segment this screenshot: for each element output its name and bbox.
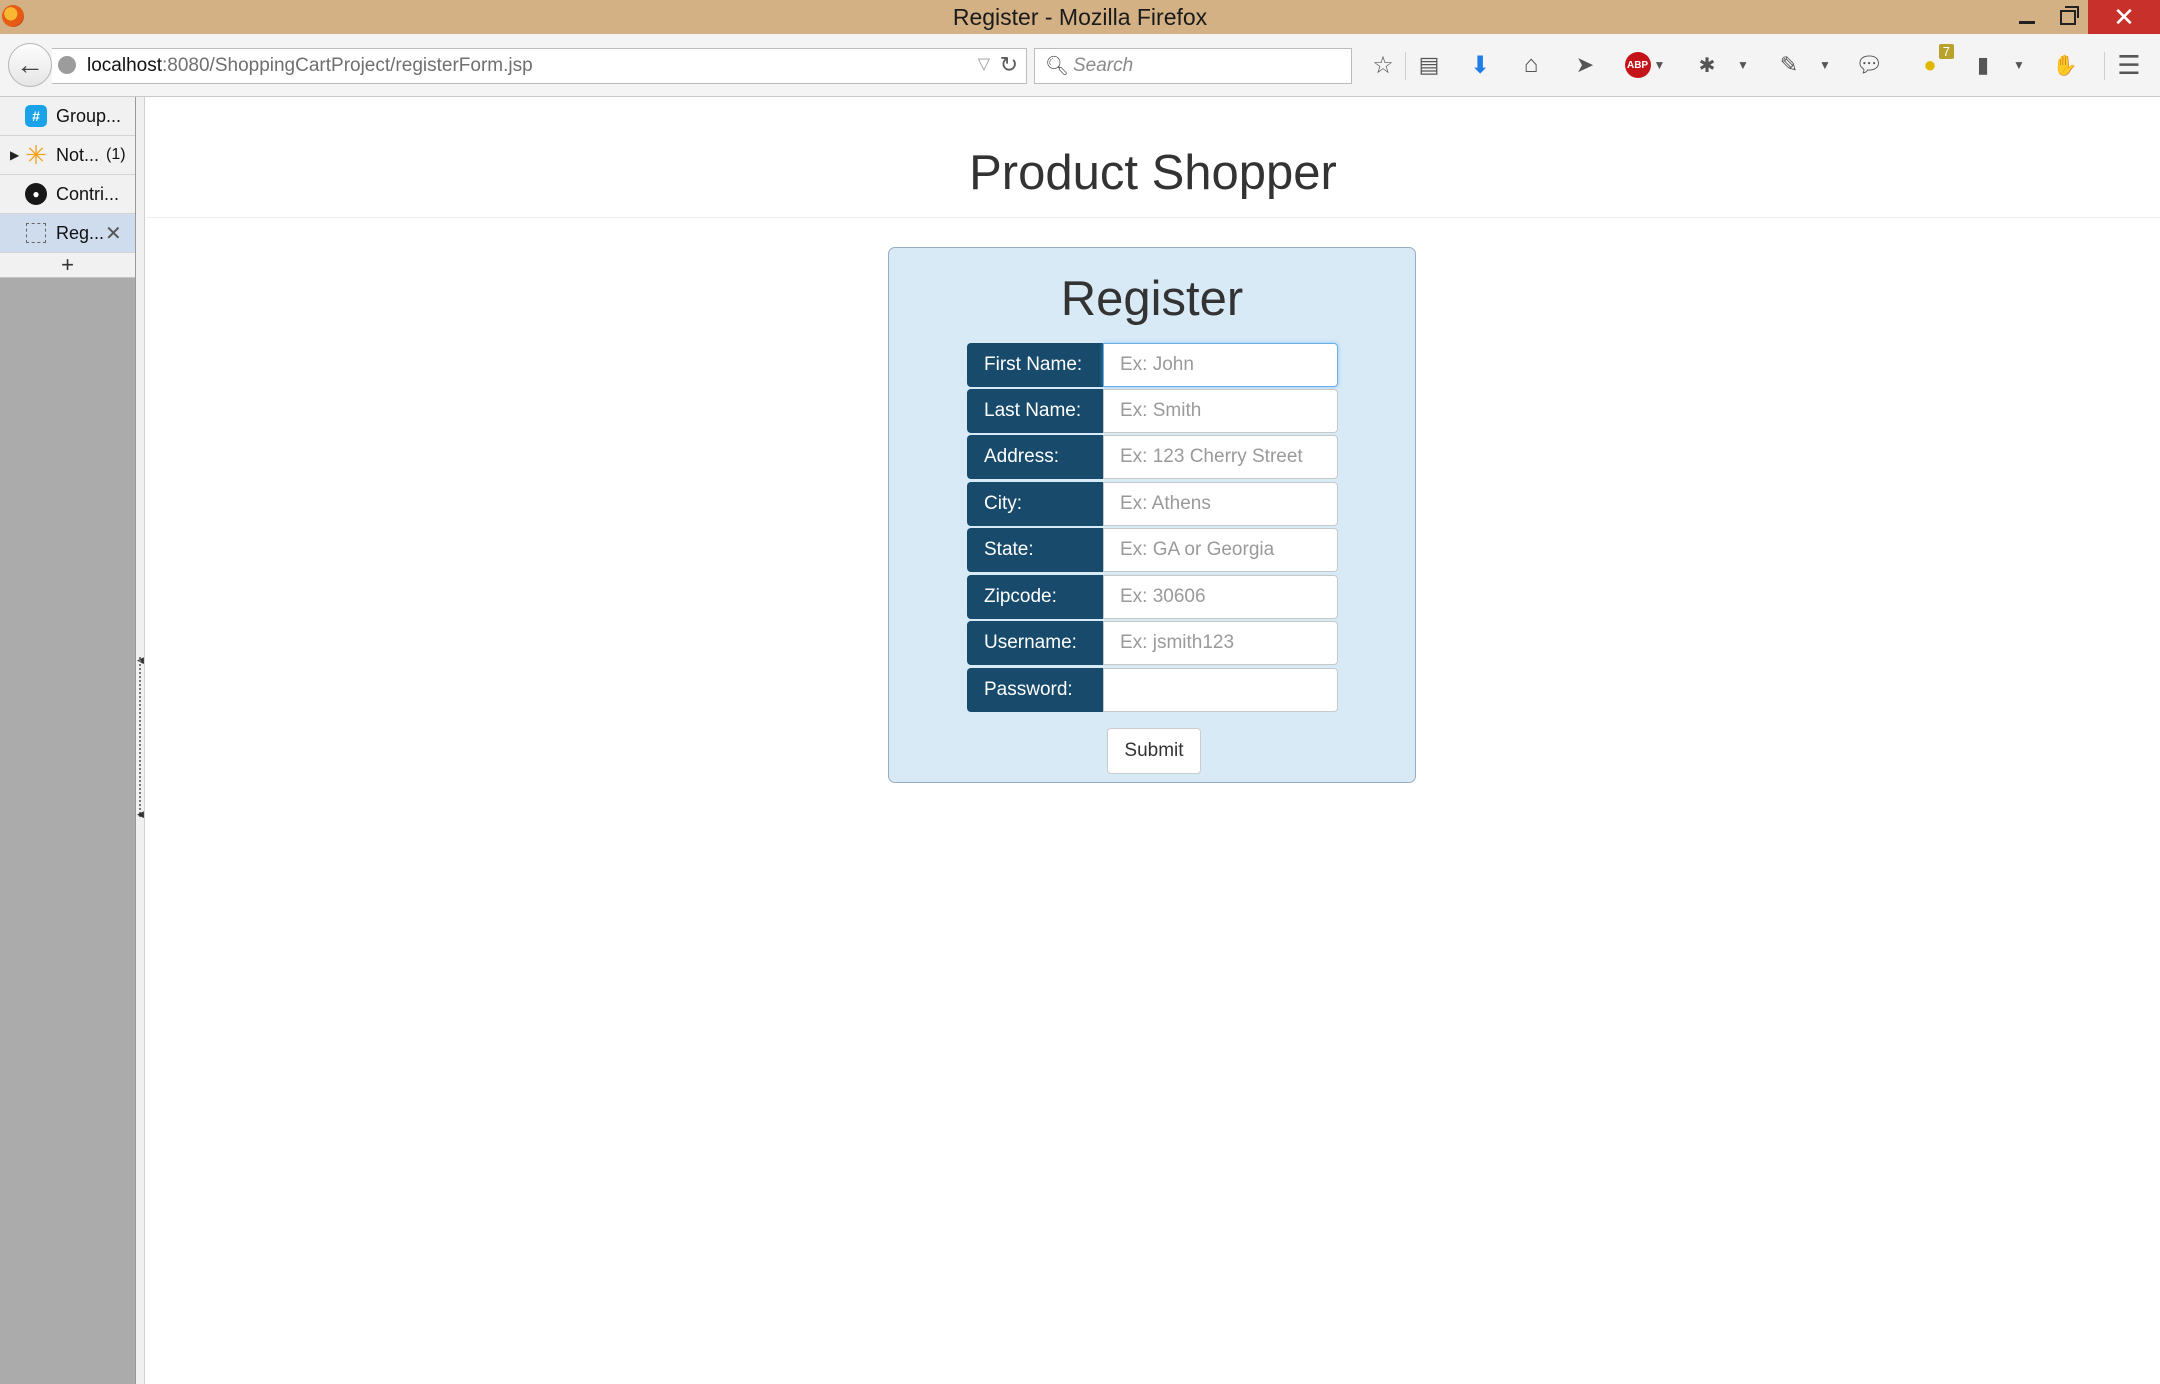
tab-group[interactable]: # Group... xyxy=(0,97,135,136)
tab-label: Group... xyxy=(56,105,122,126)
page-title: Product Shopper xyxy=(969,146,1337,200)
sidebar-splitter[interactable]: ◀ ◀ xyxy=(135,97,145,1384)
form-title: Register xyxy=(1060,272,1244,326)
url-path: :8080/ShoppingCartProject/registerForm.j… xyxy=(162,55,533,76)
splitter-grip[interactable] xyxy=(139,657,141,817)
reload-icon[interactable]: ↻ xyxy=(1000,52,1018,78)
close-icon: ✕ xyxy=(2113,1,2135,32)
back-arrow-icon: ← xyxy=(16,49,44,80)
tab-contributions[interactable]: ● Contri... xyxy=(0,175,135,214)
first-name-label: First Name: xyxy=(967,343,1103,387)
zipcode-label: Zipcode: xyxy=(967,575,1103,619)
tab-label: Reg... xyxy=(56,222,105,243)
tab-sidebar: # Group... ▶ ✳ Not... (1) ● Contri... Re… xyxy=(0,97,135,1384)
toolbar-separator xyxy=(2104,52,2105,80)
notification-badge: 7 xyxy=(1938,44,1954,59)
clipboard-icon[interactable]: ▮ xyxy=(1966,48,2000,82)
back-button[interactable]: ← xyxy=(8,43,52,87)
tab-child-count: (1) xyxy=(106,146,126,163)
address-label: Address: xyxy=(967,435,1103,479)
home-icon[interactable]: ⌂ xyxy=(1514,48,1548,82)
notifications-button[interactable]: ● 7 xyxy=(1912,44,1954,82)
city-row: City: xyxy=(967,482,1340,526)
tool-dropdown-icon[interactable]: ▼ xyxy=(1812,48,1838,82)
group-icon: # xyxy=(24,104,48,128)
adblock-icon: ABP xyxy=(1624,52,1651,78)
extension-dropdown-icon[interactable]: ▼ xyxy=(1730,48,1756,82)
password-label: Password: xyxy=(967,668,1103,712)
last-name-input[interactable] xyxy=(1103,389,1338,433)
bookmark-star-icon[interactable]: ☆ xyxy=(1366,48,1400,82)
tab-notifications[interactable]: ▶ ✳ Not... (1) xyxy=(0,136,135,175)
url-host: localhost xyxy=(87,55,162,76)
site-identity-icon[interactable] xyxy=(58,56,76,74)
tab-register[interactable]: Reg... ✕ xyxy=(0,214,135,253)
last-name-row: Last Name: xyxy=(967,389,1340,433)
blank-page-icon xyxy=(24,221,48,245)
zipcode-input[interactable] xyxy=(1103,575,1338,619)
downloads-icon[interactable]: ⬇ xyxy=(1463,48,1497,82)
adblock-button[interactable]: ABP ▼ xyxy=(1622,48,1668,82)
bookmarks-list-icon[interactable]: ▤ xyxy=(1412,48,1446,82)
chevron-down-icon: ▼ xyxy=(1653,58,1666,72)
tab-list: # Group... ▶ ✳ Not... (1) ● Contri... Re… xyxy=(0,97,135,278)
extension-bug-icon[interactable]: ✱ xyxy=(1690,48,1724,82)
close-window-button[interactable]: ✕ xyxy=(2088,0,2160,34)
username-input[interactable] xyxy=(1103,621,1338,665)
password-input[interactable] xyxy=(1103,668,1338,712)
send-icon[interactable]: ➤ xyxy=(1568,48,1602,82)
url-history-dropdown-icon[interactable]: ▽ xyxy=(978,54,990,74)
username-row: Username: xyxy=(967,621,1340,665)
navigation-toolbar: ← localhost:8080/ShoppingCartProject/reg… xyxy=(0,34,2160,97)
state-row: State: xyxy=(967,528,1340,572)
restore-icon xyxy=(2060,5,2079,25)
username-label: Username: xyxy=(967,621,1103,665)
state-input[interactable] xyxy=(1103,528,1338,572)
city-input[interactable] xyxy=(1103,482,1338,526)
search-input[interactable] xyxy=(1071,51,1345,81)
clipboard-dropdown-icon[interactable]: ▼ xyxy=(2006,48,2032,82)
page-header: Product Shopper xyxy=(146,97,2160,218)
search-icon[interactable]: 🔍︎ xyxy=(1045,54,1069,78)
address-row: Address: xyxy=(967,435,1340,479)
window-title: Register - Mozilla Firefox xyxy=(952,4,1208,30)
submit-button[interactable]: Submit xyxy=(1107,728,1201,774)
password-row: Password: xyxy=(967,668,1340,712)
register-form: Register First Name: Last Name: Address:… xyxy=(888,247,1416,783)
menu-hamburger-icon[interactable]: ☰ xyxy=(2112,48,2146,82)
last-name-label: Last Name: xyxy=(967,389,1103,433)
github-icon: ● xyxy=(24,182,48,206)
eyedropper-icon[interactable]: ✎ xyxy=(1772,48,1806,82)
collapse-left-icon[interactable]: ◀ xyxy=(137,809,144,820)
maximize-button[interactable] xyxy=(2044,0,2092,34)
notification-icon: ● xyxy=(1923,52,1937,77)
zipcode-row: Zipcode: xyxy=(967,575,1340,619)
address-input[interactable] xyxy=(1103,435,1338,479)
evernote-icon[interactable]: ✋ xyxy=(2048,48,2082,82)
tree-expand-icon[interactable]: ▶ xyxy=(10,148,19,162)
window-titlebar: Register - Mozilla Firefox ✕ xyxy=(0,0,2160,34)
toolbar-separator xyxy=(1405,52,1406,80)
close-tab-icon[interactable]: ✕ xyxy=(105,221,122,246)
first-name-input[interactable] xyxy=(1103,343,1338,387)
star-icon: ✳ xyxy=(25,140,47,170)
chat-icon[interactable]: 💬︎ xyxy=(1852,48,1886,82)
tab-label: Not... xyxy=(56,144,100,165)
url-bar[interactable]: localhost:8080/ShoppingCartProject/regis… xyxy=(52,48,1027,84)
first-name-row: First Name: xyxy=(967,343,1340,387)
state-label: State: xyxy=(967,528,1103,572)
new-tab-button[interactable]: + xyxy=(0,252,135,277)
minimize-icon xyxy=(2019,20,2035,24)
city-label: City: xyxy=(967,482,1103,526)
url-text[interactable]: localhost:8080/ShoppingCartProject/regis… xyxy=(87,55,533,77)
page-content: Product Shopper Register First Name: Las… xyxy=(146,97,2160,1384)
search-bar[interactable]: 🔍︎ xyxy=(1034,48,1352,84)
tab-label: Contri... xyxy=(56,183,120,204)
